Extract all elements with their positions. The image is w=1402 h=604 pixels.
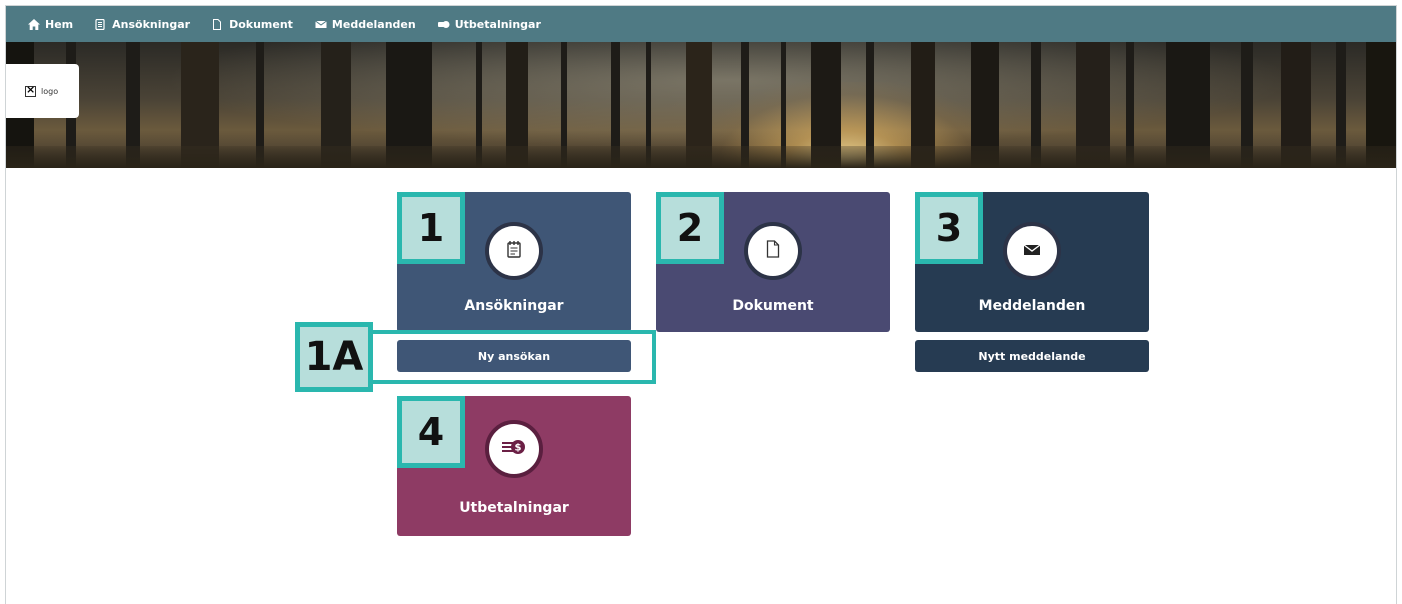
tile-label: Meddelanden: [978, 298, 1086, 314]
nav-item-label: Dokument: [229, 17, 293, 31]
notepad-icon: [507, 240, 521, 262]
money-icon: $: [501, 439, 527, 459]
nav-item-label: Utbetalningar: [454, 17, 541, 31]
tile-label: Utbetalningar: [459, 500, 569, 516]
nav-item-dokument[interactable]: Dokument: [212, 18, 293, 31]
logo[interactable]: logo: [6, 64, 79, 118]
hero-banner: [6, 42, 1396, 168]
new-message-button[interactable]: Nytt meddelande: [915, 340, 1149, 372]
callout-badge-1: 1: [397, 192, 465, 264]
money-icon: [437, 19, 450, 30]
top-nav: Hem Ansökningar Dokument Meddelanden Utb…: [6, 6, 1396, 42]
callout-highlight-1a: [369, 330, 656, 384]
nav-item-ansokningar[interactable]: Ansökningar: [95, 18, 190, 31]
tile-icon-circle: [744, 222, 802, 280]
nav-item-hem[interactable]: Hem: [28, 18, 73, 31]
document-list-icon: [95, 18, 107, 30]
nav-item-label: Hem: [45, 17, 74, 31]
callout-badge-4: 4: [397, 396, 465, 468]
svg-text:$: $: [515, 443, 522, 454]
nav-item-utbetalningar[interactable]: Utbetalningar: [437, 17, 541, 31]
tile-label: Dokument: [732, 298, 814, 314]
callout-badge-3: 3: [915, 192, 983, 264]
nav-item-label: Meddelanden: [331, 17, 416, 31]
home-icon: [28, 18, 40, 30]
logo-alt-text: logo: [41, 86, 59, 96]
envelope-icon: [315, 19, 327, 30]
file-icon: [212, 18, 224, 30]
envelope-icon: [1023, 242, 1041, 261]
nav-item-meddelanden[interactable]: Meddelanden: [315, 18, 416, 31]
tile-icon-circle: [485, 222, 543, 280]
broken-image-icon: [25, 83, 36, 97]
tile-icon-circle: [1003, 222, 1061, 280]
file-icon: [766, 240, 780, 262]
nav-item-label: Ansökningar: [112, 17, 191, 31]
tile-label: Ansökningar: [464, 298, 564, 314]
tile-icon-circle: $: [485, 420, 543, 478]
callout-badge-1a: 1A: [295, 322, 373, 392]
callout-badge-2: 2: [656, 192, 724, 264]
